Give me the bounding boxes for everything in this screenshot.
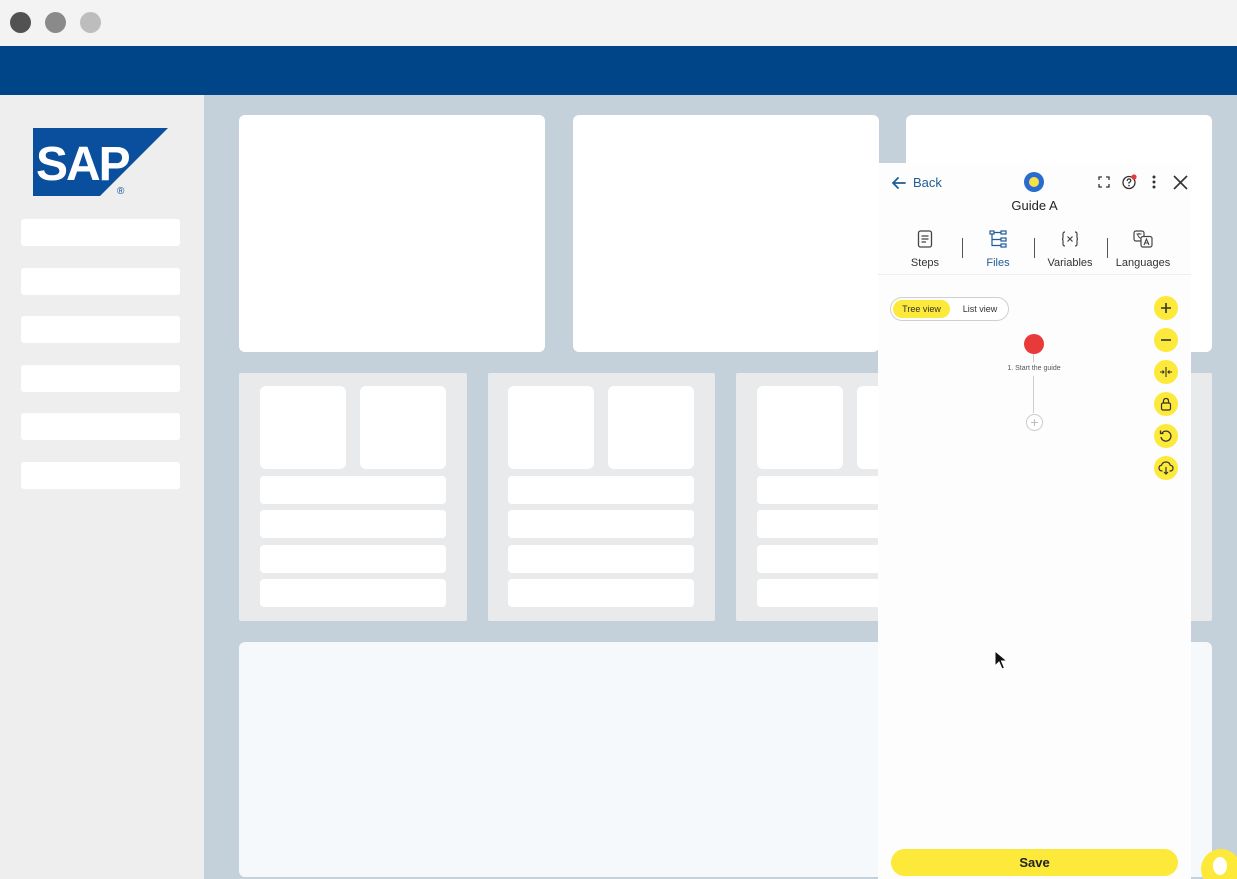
placeholder-tile — [608, 386, 694, 469]
window-maximize-dot[interactable] — [80, 12, 101, 33]
window-titlebar — [0, 0, 1237, 46]
tab-label: Files — [986, 257, 1010, 269]
placeholder-tile — [508, 386, 594, 469]
content-group — [488, 373, 715, 621]
tab-label: Variables — [1047, 257, 1093, 269]
cloud-download-icon[interactable] — [1154, 456, 1178, 480]
sidebar-item[interactable] — [21, 219, 180, 246]
content-card — [573, 115, 879, 352]
sap-logo: SAP ® — [33, 128, 168, 196]
sidebar-item[interactable] — [21, 316, 180, 343]
svg-text:®: ® — [117, 186, 125, 196]
guide-panel: Back Guide A Steps Files Variables Langu… — [878, 163, 1191, 879]
lock-icon[interactable] — [1154, 392, 1178, 416]
zoom-out-icon[interactable] — [1154, 328, 1178, 352]
close-icon[interactable] — [1171, 172, 1189, 192]
back-label: Back — [913, 175, 942, 190]
mouse-cursor-icon — [994, 650, 1008, 670]
tab-label: Languages — [1115, 257, 1171, 269]
guide-avatar-icon — [1024, 172, 1044, 192]
sidebar: SAP ® — [0, 95, 204, 879]
list-view-option[interactable]: List view — [953, 300, 1007, 318]
tab-variables[interactable]: Variables — [1034, 227, 1106, 269]
placeholder-row — [260, 579, 446, 607]
fullscreen-icon[interactable] — [1096, 172, 1112, 192]
sidebar-item[interactable] — [21, 413, 180, 440]
tab-languages[interactable]: Languages — [1107, 227, 1179, 269]
content-group — [239, 373, 467, 621]
window-minimize-dot[interactable] — [45, 12, 66, 33]
add-step-icon[interactable]: + — [1026, 414, 1043, 431]
tab-label: Steps — [910, 257, 940, 269]
launcher-logo-mark — [1213, 857, 1227, 875]
help-icon[interactable] — [1121, 172, 1137, 192]
placeholder-row — [508, 579, 694, 607]
tree-view-option[interactable]: Tree view — [893, 300, 950, 318]
assistant-launcher-icon[interactable] — [1201, 849, 1237, 879]
tree-connector — [1033, 376, 1034, 413]
start-node[interactable] — [1024, 334, 1044, 354]
save-button[interactable]: Save — [891, 849, 1178, 876]
translate-icon — [1107, 227, 1179, 251]
guide-title: Guide A — [1011, 198, 1058, 213]
sidebar-item[interactable] — [21, 365, 180, 392]
braces-icon — [1034, 227, 1106, 251]
panel-header-actions — [1096, 172, 1189, 192]
app-header-bar — [0, 46, 1237, 95]
placeholder-row — [260, 510, 446, 538]
fit-icon[interactable] — [1154, 360, 1178, 384]
reset-icon[interactable] — [1154, 424, 1178, 448]
tab-steps[interactable]: Steps — [889, 227, 961, 269]
panel-tabs: Steps Files Variables Languages — [878, 225, 1191, 275]
sidebar-item[interactable] — [21, 268, 180, 295]
placeholder-row — [260, 545, 446, 573]
node-label: 1. Start the guide — [1007, 365, 1061, 372]
back-button[interactable]: Back — [892, 175, 942, 190]
tree-icon — [962, 227, 1034, 251]
document-icon — [889, 227, 961, 251]
placeholder-tile — [360, 386, 446, 469]
placeholder-row — [260, 476, 446, 504]
placeholder-row — [508, 510, 694, 538]
placeholder-tile — [757, 386, 843, 469]
arrow-left-icon — [892, 176, 906, 189]
tab-files[interactable]: Files — [962, 227, 1034, 269]
sidebar-item[interactable] — [21, 462, 180, 489]
content-card — [239, 115, 545, 352]
zoom-in-icon[interactable] — [1154, 296, 1178, 320]
more-icon[interactable] — [1146, 172, 1162, 192]
tree-connector — [1033, 354, 1034, 362]
view-toggle: Tree view List view — [890, 297, 1009, 321]
placeholder-row — [508, 476, 694, 504]
placeholder-row — [508, 545, 694, 573]
placeholder-tile — [260, 386, 346, 469]
window-close-dot[interactable] — [10, 12, 31, 33]
sap-logo-text: SAP — [36, 138, 130, 191]
